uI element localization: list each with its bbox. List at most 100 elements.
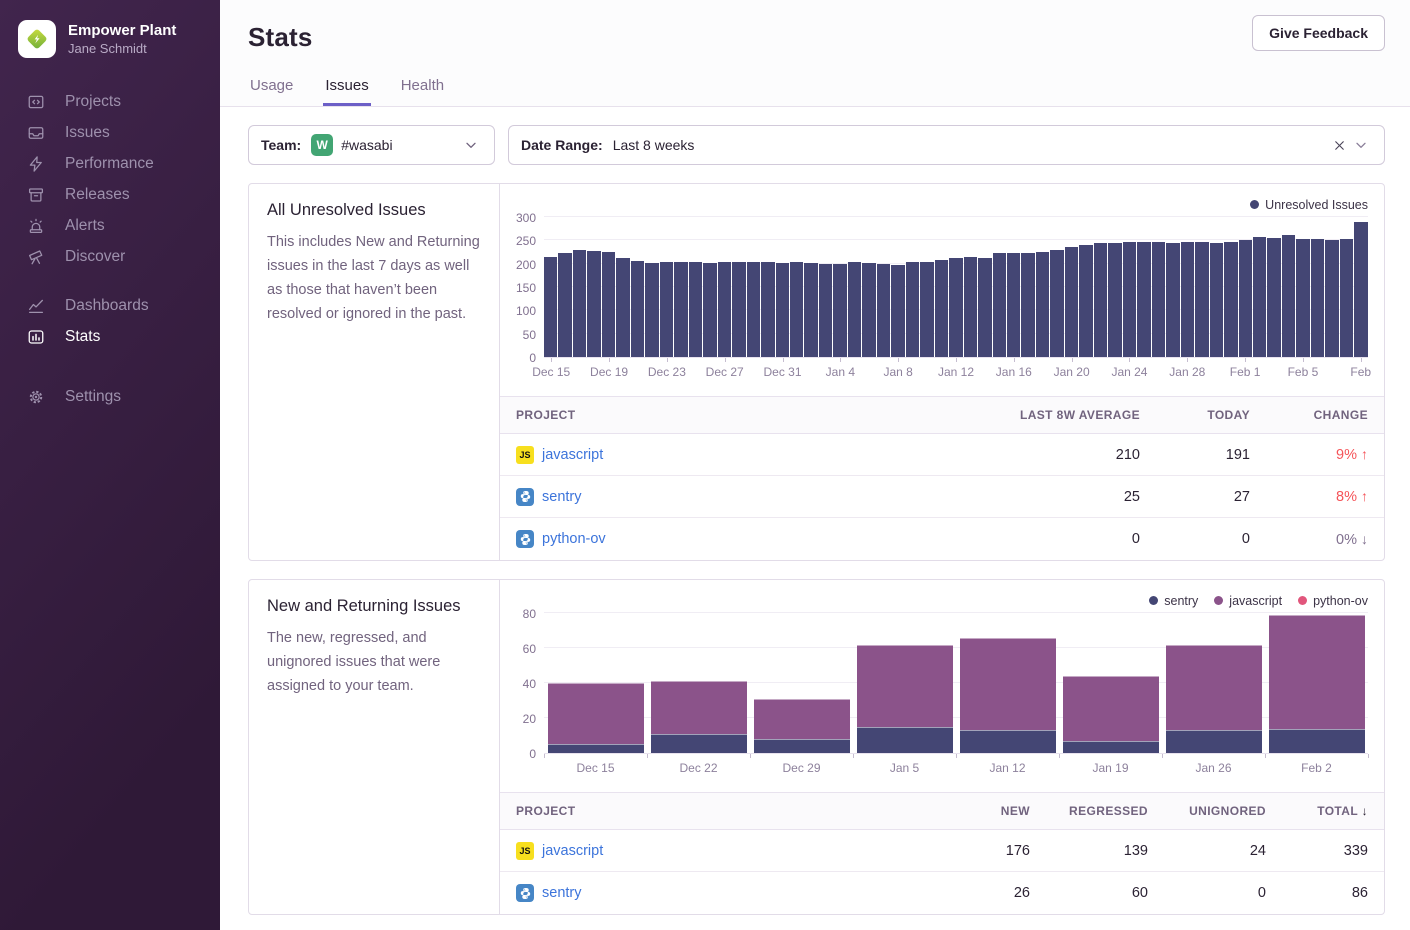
tab-health[interactable]: Health bbox=[399, 77, 446, 106]
bar bbox=[1007, 253, 1020, 357]
bar bbox=[1267, 238, 1280, 357]
value-cell: 139 bbox=[1046, 843, 1164, 859]
org-switcher[interactable]: Empower Plant Jane Schmidt bbox=[0, 0, 220, 76]
change-value: 0% ↓ bbox=[1336, 532, 1368, 548]
main-content: Stats Give Feedback Usage Issues Health … bbox=[220, 0, 1410, 915]
project-link[interactable]: javascript bbox=[542, 447, 603, 463]
stacked-bar bbox=[956, 638, 1059, 754]
x-axis-tick bbox=[1072, 358, 1073, 362]
python-platform-icon bbox=[516, 530, 534, 548]
give-feedback-button[interactable]: Give Feedback bbox=[1252, 15, 1385, 51]
legend-dot-icon bbox=[1250, 200, 1259, 209]
team-select[interactable]: Team: W #wasabi bbox=[248, 125, 495, 165]
bar-segment-javascript bbox=[1166, 645, 1262, 731]
bar bbox=[587, 251, 600, 357]
sidebar-item-discover[interactable]: Discover bbox=[0, 241, 220, 272]
sidebar-item-alerts[interactable]: Alerts bbox=[0, 210, 220, 241]
clear-date-range-icon[interactable] bbox=[1328, 134, 1350, 156]
filter-bar: Team: W #wasabi Date Range: Last 8 weeks bbox=[248, 125, 1385, 165]
x-axis-tick bbox=[783, 358, 784, 362]
arrow-up-icon: ↑ bbox=[1361, 488, 1368, 504]
stacked-bar bbox=[1059, 676, 1162, 753]
panel-description-text: This includes New and Returning issues i… bbox=[267, 230, 481, 326]
column-header-project: PROJECT bbox=[500, 408, 996, 422]
column-header-new: NEW bbox=[934, 804, 1046, 818]
x-axis-tick bbox=[725, 358, 726, 362]
bar bbox=[1253, 237, 1266, 357]
bar-segment-sentry bbox=[857, 727, 953, 753]
team-avatar: W bbox=[311, 134, 333, 156]
x-axis-tick bbox=[750, 754, 751, 758]
legend-item-javascript[interactable]: javascript bbox=[1214, 592, 1282, 609]
tab-issues[interactable]: Issues bbox=[323, 77, 370, 106]
date-range-value: Last 8 weeks bbox=[613, 137, 695, 153]
change-value: 9% ↑ bbox=[1336, 447, 1368, 463]
column-header-total[interactable]: TOTAL ↓ bbox=[1282, 804, 1384, 818]
gridline bbox=[544, 612, 1368, 613]
y-axis-tick-label: 200 bbox=[516, 258, 536, 272]
panel-title: All Unresolved Issues bbox=[267, 201, 481, 220]
project-cell: python-ov bbox=[500, 530, 996, 548]
tab-usage[interactable]: Usage bbox=[248, 77, 295, 106]
new-returning-issues-chart: sentry javascript python-ov 020406080 Dec 15… bbox=[500, 580, 1384, 778]
bar-segment-javascript bbox=[960, 638, 1056, 731]
content-area: Team: W #wasabi Date Range: Last 8 weeks bbox=[220, 107, 1410, 915]
date-range-label: Date Range: bbox=[521, 137, 603, 153]
value-cell: 339 bbox=[1282, 843, 1384, 859]
plot-row: 020406080 bbox=[502, 614, 1368, 754]
value-cell: 25 bbox=[996, 489, 1156, 505]
x-axis-tick-label: Jan 19 bbox=[1092, 761, 1128, 775]
plot-area bbox=[544, 218, 1368, 358]
bar-segment-sentry bbox=[960, 730, 1056, 753]
sidebar-item-label: Discover bbox=[65, 248, 125, 266]
bar bbox=[1137, 242, 1150, 357]
x-axis-tick bbox=[1129, 358, 1130, 362]
y-axis-tick-label: 100 bbox=[516, 304, 536, 318]
x-axis-tick-label: Dec 15 bbox=[576, 761, 614, 775]
value-cell: 24 bbox=[1164, 843, 1282, 859]
bar bbox=[993, 253, 1006, 357]
x-axis-tick-label: Feb 5 bbox=[1288, 365, 1319, 379]
team-select-label: Team: bbox=[261, 137, 301, 153]
x-axis-tick-label: Dec 27 bbox=[706, 365, 744, 379]
sidebar-item-stats[interactable]: Stats bbox=[0, 321, 220, 352]
bar-segment-sentry bbox=[1166, 730, 1262, 753]
column-header-change: CHANGE bbox=[1266, 408, 1384, 422]
project-link[interactable]: sentry bbox=[542, 489, 582, 505]
sidebar-item-issues[interactable]: Issues bbox=[0, 117, 220, 148]
bar bbox=[1224, 242, 1237, 357]
sidebar-item-label: Alerts bbox=[65, 217, 105, 235]
project-link[interactable]: javascript bbox=[542, 843, 603, 859]
x-axis-tick bbox=[1368, 754, 1369, 758]
sidebar-item-performance[interactable]: Performance bbox=[0, 148, 220, 179]
bar bbox=[877, 264, 890, 357]
x-axis-tick-label: Jan 12 bbox=[938, 365, 974, 379]
change-value: 8% ↑ bbox=[1336, 489, 1368, 505]
x-axis-tick bbox=[853, 754, 854, 758]
bar bbox=[891, 265, 904, 357]
legend-item-sentry[interactable]: sentry bbox=[1149, 592, 1198, 609]
project-link[interactable]: python-ov bbox=[542, 531, 606, 547]
sidebar-item-releases[interactable]: Releases bbox=[0, 179, 220, 210]
sidebar-item-label: Stats bbox=[65, 328, 100, 346]
bar bbox=[1311, 239, 1324, 357]
x-axis-tick bbox=[1187, 358, 1188, 362]
chart-legend: Unresolved Issues bbox=[502, 196, 1368, 213]
x-axis-tick-label: Dec 15 bbox=[532, 365, 570, 379]
project-link[interactable]: sentry bbox=[542, 885, 582, 901]
releases-icon bbox=[27, 186, 45, 204]
bar bbox=[645, 263, 658, 357]
stacked-bar bbox=[1265, 615, 1368, 753]
legend-label: Unresolved Issues bbox=[1265, 198, 1368, 212]
table-body: JSjavascript2101919% ↑sentry25278% ↑pyth… bbox=[500, 434, 1384, 560]
stacked-bar bbox=[750, 699, 853, 753]
table-row: sentry2660086 bbox=[500, 872, 1384, 914]
legend-item-python-ov[interactable]: python-ov bbox=[1298, 592, 1368, 609]
sidebar-item-dashboards[interactable]: Dashboards bbox=[0, 290, 220, 321]
bar bbox=[935, 260, 948, 357]
sidebar-item-settings[interactable]: Settings bbox=[0, 381, 220, 412]
panel-description-text: The new, regressed, and unignored issues… bbox=[267, 626, 481, 698]
sidebar-item-projects[interactable]: Projects bbox=[0, 86, 220, 117]
date-range-select[interactable]: Date Range: Last 8 weeks bbox=[508, 125, 1385, 165]
legend-item-unresolved-issues[interactable]: Unresolved Issues bbox=[1250, 196, 1368, 213]
